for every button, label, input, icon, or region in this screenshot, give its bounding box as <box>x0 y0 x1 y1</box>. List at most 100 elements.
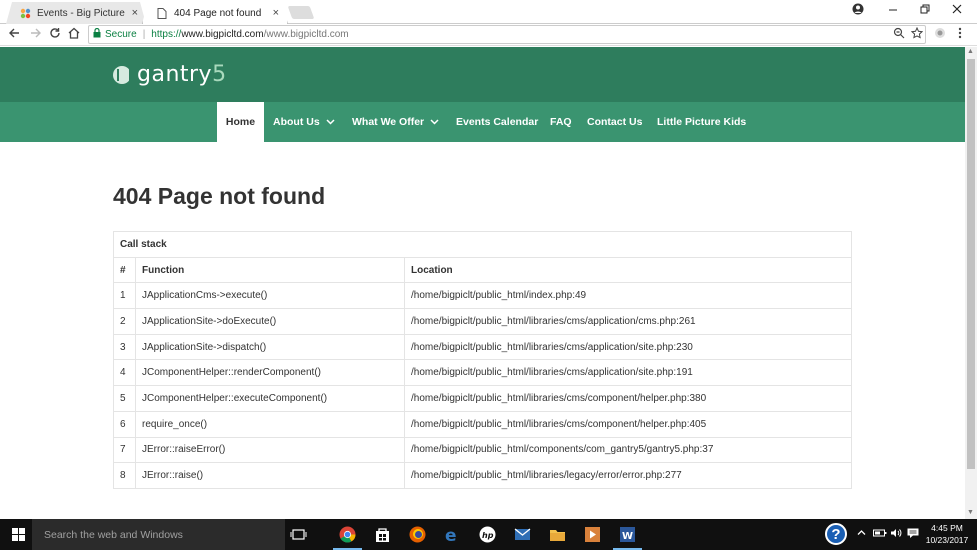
vertical-scrollbar[interactable]: ▲ ▼ <box>965 47 977 519</box>
address-bar[interactable]: Secure | https:// www.bigpicltd.com /www… <box>88 25 926 44</box>
table-row: 8 JError::raise() /home/bigpiclt/public_… <box>113 462 852 489</box>
tab-close-icon[interactable]: × <box>273 7 279 19</box>
tab-events[interactable]: Events - Big Picture Ltd. × <box>6 2 146 24</box>
windows-taskbar: Search the web and Windows e hp W ? 4:45… <box>0 519 977 550</box>
column-header-function: Function <box>135 256 405 283</box>
nav-label: Events Calendar <box>456 116 539 128</box>
site-header: gantry 5 <box>0 47 965 102</box>
hp-icon[interactable]: hp <box>479 526 496 543</box>
home-icon[interactable] <box>68 27 80 42</box>
nav-item-home[interactable]: Home <box>217 102 264 142</box>
volume-icon[interactable] <box>890 528 902 541</box>
logo-text: gantry <box>137 62 213 87</box>
chrome-icon[interactable] <box>333 526 362 550</box>
media-player-icon[interactable] <box>584 526 601 543</box>
show-hidden-icons-chevron-icon[interactable] <box>857 528 866 540</box>
taskbar-search-input[interactable]: Search the web and Windows <box>32 519 285 550</box>
nav-item-little-picture-kids[interactable]: Little Picture Kids <box>647 102 756 142</box>
row-location: /home/bigpiclt/public_html/components/co… <box>404 436 852 463</box>
svg-text:e: e <box>445 526 457 543</box>
task-view-icon[interactable] <box>290 526 307 543</box>
row-function: JComponentHelper::renderComponent() <box>135 359 405 386</box>
menu-icon[interactable] <box>958 27 962 42</box>
bookmark-star-icon[interactable] <box>910 26 924 42</box>
store-icon[interactable] <box>374 526 391 543</box>
battery-icon[interactable] <box>873 528 887 541</box>
call-stack-caption: Call stack <box>120 238 167 250</box>
back-icon[interactable] <box>8 27 20 42</box>
row-location: /home/bigpiclt/public_html/libraries/cms… <box>404 385 852 412</box>
system-clock[interactable]: 4:45 PM 10/23/2017 <box>924 522 970 546</box>
file-explorer-icon[interactable] <box>549 526 566 543</box>
row-index: 4 <box>113 359 136 386</box>
row-index: 8 <box>113 462 136 489</box>
notifications-icon[interactable] <box>907 528 919 542</box>
row-function: JError::raiseError() <box>135 436 405 463</box>
table-row: 5 JComponentHelper::executeComponent() /… <box>113 385 852 412</box>
scroll-down-icon[interactable]: ▼ <box>967 509 974 516</box>
call-stack-caption-row: Call stack <box>114 232 852 258</box>
help-icon[interactable]: ? <box>825 523 847 545</box>
extension-icon[interactable] <box>934 27 946 42</box>
page-title: 404 Page not found <box>113 183 326 209</box>
url-host: www.bigpicltd.com <box>181 29 264 40</box>
tab-404[interactable]: 404 Page not found × <box>142 2 288 24</box>
nav-item-contact-us[interactable]: Contact Us <box>577 102 652 142</box>
word-icon[interactable]: W <box>613 526 642 550</box>
chevron-down-icon <box>326 117 335 127</box>
row-function: require_once() <box>135 410 405 437</box>
table-row: 7 JError::raiseError() /home/bigpiclt/pu… <box>113 436 852 463</box>
zoom-icon[interactable] <box>893 27 905 42</box>
site-logo[interactable]: gantry 5 <box>113 62 227 87</box>
joomla-favicon-icon <box>20 8 31 19</box>
edge-icon[interactable]: e <box>444 526 461 546</box>
scrollbar-thumb[interactable] <box>967 59 975 469</box>
tab-title: 404 Page not found <box>174 7 262 19</box>
table-row: 4 JComponentHelper::renderComponent() /h… <box>113 359 852 386</box>
lock-icon <box>93 27 101 41</box>
nav-label: Home <box>225 116 256 128</box>
chevron-down-icon <box>430 117 439 127</box>
column-header-index: # <box>113 256 136 283</box>
table-row: 1 JApplicationCms->execute() /home/bigpi… <box>113 282 852 309</box>
mail-icon[interactable] <box>514 526 531 543</box>
gantry-logo-icon <box>113 65 131 84</box>
forward-icon[interactable] <box>30 27 42 42</box>
row-location: /home/bigpiclt/public_html/index.php:49 <box>404 282 852 309</box>
reload-icon[interactable] <box>49 27 61 42</box>
windows-start-icon[interactable] <box>12 528 25 541</box>
page-favicon-icon <box>157 8 168 19</box>
row-function: JApplicationSite->doExecute() <box>135 308 405 335</box>
clock-time: 4:45 PM <box>931 523 963 533</box>
row-function: JComponentHelper::executeComponent() <box>135 385 405 412</box>
row-index: 2 <box>113 308 136 335</box>
nav-label: FAQ <box>550 116 572 128</box>
row-index: 3 <box>113 333 136 360</box>
firefox-icon[interactable] <box>409 526 426 543</box>
svg-text:W: W <box>622 531 633 542</box>
nav-label: Contact Us <box>587 116 643 128</box>
tab-close-icon[interactable]: × <box>132 7 138 19</box>
row-index: 1 <box>113 282 136 309</box>
new-tab-button[interactable] <box>287 6 315 19</box>
nav-item-what-we-offer[interactable]: What We Offer <box>342 102 449 142</box>
scroll-up-icon[interactable]: ▲ <box>967 48 974 55</box>
nav-item-faq[interactable]: FAQ <box>540 102 582 142</box>
page-viewport: gantry 5 Home About Us What We Offer Even… <box>0 47 965 519</box>
minimize-icon[interactable] <box>888 3 898 18</box>
table-row: 6 require_once() /home/bigpiclt/public_h… <box>113 410 852 437</box>
close-window-icon[interactable] <box>952 3 962 18</box>
nav-label: About Us <box>273 116 320 128</box>
restore-icon[interactable] <box>920 3 930 18</box>
row-function: JApplicationSite->dispatch() <box>135 333 405 360</box>
row-location: /home/bigpiclt/public_html/libraries/cms… <box>404 308 852 335</box>
tab-title: Events - Big Picture Ltd. <box>37 7 125 19</box>
nav-item-events-calendar[interactable]: Events Calendar <box>446 102 548 142</box>
row-index: 6 <box>113 410 136 437</box>
nav-item-about-us[interactable]: About Us <box>263 102 345 142</box>
profile-icon[interactable] <box>852 3 864 18</box>
secure-label: Secure <box>105 29 137 40</box>
row-function: JApplicationCms->execute() <box>135 282 405 309</box>
row-location: /home/bigpiclt/public_html/libraries/cms… <box>404 359 852 386</box>
call-stack-table: Call stack # Function Location 1 JApplic… <box>113 231 852 489</box>
